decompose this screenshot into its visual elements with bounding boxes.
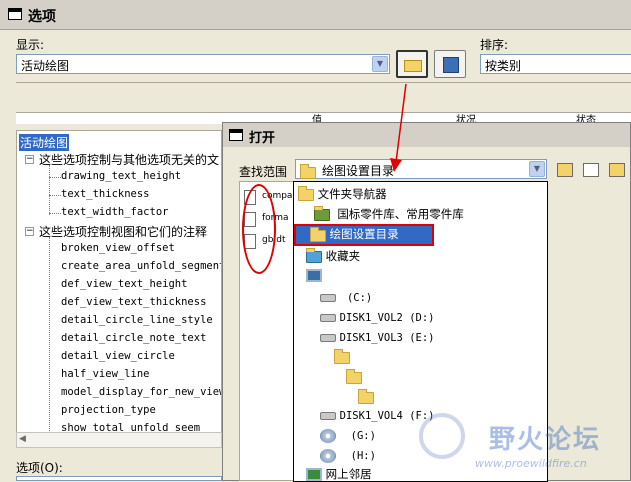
red-ellipse-annotation [242, 184, 276, 274]
tree-connector [49, 195, 61, 196]
dropdown-item[interactable] [306, 268, 322, 282]
options-tree[interactable]: 活动绘图 − 这些选项控制与其他选项无关的文 drawing_text_heig… [16, 130, 222, 448]
tree-item[interactable]: detail_circle_note_text [61, 332, 206, 344]
tree-connector [49, 237, 50, 447]
lookin-select[interactable]: 绘图设置目录 ▼ [295, 159, 547, 179]
open-dialog: 打开 查找范围 绘图设置目录 ▼ compa forma gb.dt 文件夹导航… [222, 122, 631, 482]
open-dialog-title: 打开 [249, 131, 276, 146]
computer-icon [306, 269, 322, 282]
drive-icon [320, 313, 336, 322]
window-icon [8, 8, 22, 20]
tree-item[interactable]: def_view_text_height [61, 278, 187, 290]
red-arrow-annotation [390, 83, 407, 172]
watermark-text: 野火论坛 [489, 425, 602, 455]
main-title-bar: 选项 [0, 0, 631, 30]
tree-item[interactable]: model_display_for_new_views [61, 386, 221, 398]
lookin-label: 查找范围 [239, 165, 288, 179]
dropdown-item[interactable]: DISK1_VOL2 (D:) [320, 310, 434, 324]
display-select[interactable]: 活动绘图 ▼ [16, 54, 390, 74]
network-icon [306, 468, 322, 481]
cd-drive-icon [320, 448, 336, 463]
drive-icon [320, 293, 336, 302]
dropdown-item[interactable]: 文件夹导航器 [298, 185, 387, 202]
file-list[interactable]: compa forma gb.dt [239, 181, 299, 481]
collapse-icon[interactable]: − [25, 227, 34, 236]
tree-item[interactable]: text_thickness [61, 188, 150, 200]
open-dialog-title-bar: 打开 [223, 123, 630, 147]
tree-horizontal-scrollbar[interactable]: ◀ [16, 432, 222, 448]
tree-item[interactable]: broken_view_offset [61, 242, 175, 254]
cd-drive-icon [320, 428, 336, 443]
folder-icon [334, 348, 350, 364]
tree-group-2[interactable]: 这些选项控制视图和它们的注释 [39, 223, 207, 240]
dropdown-item[interactable]: (H:) [320, 448, 376, 463]
tree-root-selected[interactable]: 活动绘图 [19, 134, 70, 151]
collapse-icon[interactable]: − [25, 155, 34, 164]
dropdown-item[interactable]: (C:) [320, 290, 372, 304]
display-label: 显示: [16, 38, 45, 52]
dropdown-item[interactable] [334, 348, 350, 364]
tree-item[interactable]: drawing_text_height [61, 170, 181, 182]
sort-label: 排序: [480, 38, 509, 52]
tree-item[interactable]: text_width_factor [61, 206, 168, 218]
save-icon [443, 57, 459, 73]
folder-nav-icon [298, 185, 314, 201]
dropdown-item[interactable]: 网上邻居 [306, 466, 372, 481]
tree-item[interactable]: detail_circle_line_style [61, 314, 213, 326]
folder-open-icon [404, 60, 422, 72]
sort-value: 按类别 [485, 59, 522, 73]
folder-icon [310, 227, 326, 242]
tree-connector [49, 165, 50, 215]
dialog-icon [229, 129, 243, 141]
open-config-button[interactable] [396, 50, 428, 78]
save-config-button[interactable] [434, 50, 466, 78]
window-title: 选项 [28, 9, 56, 25]
create-folder-icon[interactable] [609, 163, 625, 177]
options-label: 选项(O): [16, 461, 63, 475]
dropdown-item-selected[interactable]: 绘图设置目录 [294, 224, 434, 246]
dropdown-item[interactable]: 收藏夹 [306, 247, 360, 264]
tree-group-1[interactable]: 这些选项控制与其他选项无关的文 [39, 151, 219, 168]
drive-icon [320, 333, 336, 342]
options-header-area [16, 82, 631, 112]
tree-item[interactable]: def_view_text_thickness [61, 296, 206, 308]
options-input[interactable] [16, 476, 222, 481]
tree-item[interactable]: half_view_line [61, 368, 150, 380]
dropdown-item[interactable]: (G:) [320, 428, 376, 443]
dropdown-item[interactable]: DISK1_VOL4 (F:) [320, 408, 434, 422]
display-value: 活动绘图 [21, 59, 70, 73]
new-folder-icon[interactable] [583, 163, 599, 177]
watermark-logo [419, 413, 465, 459]
up-folder-icon[interactable] [557, 163, 573, 177]
dropdown-item[interactable] [346, 368, 362, 384]
drive-icon [320, 411, 336, 420]
scroll-left-icon[interactable]: ◀ [19, 434, 26, 444]
tree-connector [49, 213, 61, 214]
sort-select[interactable]: 按类别 [480, 54, 631, 74]
folder-icon [346, 368, 362, 384]
tree-item[interactable]: create_area_unfold_segmente [61, 260, 221, 272]
tree-item[interactable]: projection_type [61, 404, 156, 416]
watermark-url: www.proewildfire.cn [475, 457, 587, 470]
tree-item[interactable]: detail_view_circle [61, 350, 175, 362]
folder-icon [300, 163, 316, 179]
dropdown-item[interactable] [358, 388, 374, 404]
favorites-icon [306, 247, 322, 263]
dropdown-item[interactable]: DISK1_VOL3 (E:) [320, 330, 434, 344]
folder-icon [358, 388, 374, 404]
chevron-down-icon[interactable]: ▼ [372, 56, 388, 72]
tree-connector [49, 177, 61, 178]
dropdown-item[interactable]: 国标零件库、常用零件库 [314, 205, 464, 222]
library-icon [314, 205, 330, 221]
chevron-down-icon[interactable]: ▼ [529, 161, 545, 177]
